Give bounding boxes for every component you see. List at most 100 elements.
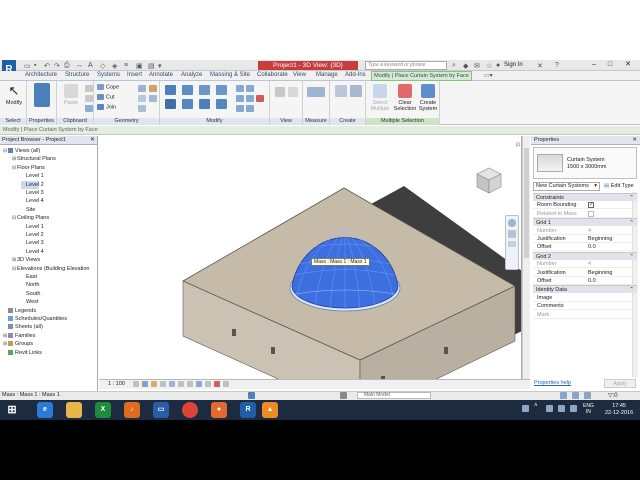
- maximize-button[interactable]: □: [604, 60, 616, 70]
- scrollbar-thumb[interactable]: [524, 148, 529, 258]
- array-icon[interactable]: [246, 85, 254, 92]
- close-icon[interactable]: ✕: [632, 136, 637, 145]
- navigation-bar[interactable]: [505, 215, 519, 270]
- view-scale[interactable]: 1 : 100: [108, 381, 125, 387]
- tree-item[interactable]: Schedules/Quantities: [3, 315, 67, 323]
- close-button[interactable]: ✕: [622, 60, 634, 70]
- undo-icon[interactable]: ↶: [44, 62, 50, 70]
- user-icon[interactable]: ●: [496, 62, 500, 69]
- show-crop-icon[interactable]: [187, 381, 193, 387]
- keyboard-icon[interactable]: [522, 405, 529, 412]
- trim-single-icon[interactable]: [246, 105, 254, 112]
- volume-icon[interactable]: [570, 405, 577, 412]
- edit-type-button[interactable]: ▤ Edit Type: [604, 182, 634, 191]
- instance-filter-dropdown[interactable]: New Curtain Systems ▾: [533, 182, 600, 191]
- search-icon[interactable]: ⌕: [452, 62, 456, 70]
- language-indicator[interactable]: ENG IN: [583, 403, 594, 415]
- property-row[interactable]: Justification Beginning: [533, 269, 637, 277]
- design-options-icon[interactable]: [340, 392, 347, 399]
- tab-modify-place-curtain-system[interactable]: Modify | Place Curtain System by Face: [371, 71, 472, 81]
- tree-item[interactable]: ⊟Elevations (Building Elevation: [12, 265, 89, 273]
- close-hidden-icon[interactable]: ▣: [136, 62, 143, 70]
- tag-icon[interactable]: A: [88, 62, 93, 69]
- mirror-draw-icon[interactable]: [216, 85, 227, 95]
- offset-icon[interactable]: [182, 85, 193, 95]
- network-icon[interactable]: [558, 405, 565, 412]
- select-links-icon[interactable]: [572, 392, 579, 399]
- hide-icon[interactable]: [275, 87, 285, 97]
- minimize-button[interactable]: –: [588, 60, 600, 70]
- windows-start-icon[interactable]: ⊞: [4, 402, 20, 418]
- revit-taskbar-icon[interactable]: R: [240, 402, 256, 418]
- override-graphics-icon[interactable]: [288, 87, 298, 97]
- tree-item[interactable]: ⊟ Views (all): [3, 147, 40, 155]
- tree-item[interactable]: Level 4: [21, 248, 44, 256]
- tree-item[interactable]: Sheets (all): [3, 323, 43, 331]
- tab-architecture[interactable]: Architecture: [25, 72, 57, 78]
- property-checkbox[interactable]: ✓: [588, 202, 594, 209]
- property-row[interactable]: Image: [533, 294, 637, 302]
- copy-clipboard-icon[interactable]: [85, 95, 93, 102]
- design-option-dropdown[interactable]: Main Model: [357, 392, 431, 399]
- subscription-icon[interactable]: ◆: [463, 62, 468, 70]
- tab-view[interactable]: View: [293, 72, 306, 78]
- trim-extend-icon[interactable]: [216, 99, 227, 109]
- save-icon[interactable]: ▪: [34, 62, 36, 69]
- tab-add-ins[interactable]: Add-Ins: [345, 72, 366, 78]
- property-group-header[interactable]: Identity Data ⌃: [533, 285, 637, 294]
- favorites-icon[interactable]: ☆: [486, 62, 492, 70]
- zoom-icon[interactable]: [508, 230, 516, 238]
- pan-icon[interactable]: [508, 241, 516, 247]
- communication-icon[interactable]: ✉: [474, 62, 480, 70]
- remote-desktop-icon[interactable]: ▭: [153, 402, 169, 418]
- vertical-scrollbar[interactable]: [522, 136, 530, 379]
- property-value[interactable]: 0.0: [588, 277, 596, 285]
- tree-item[interactable]: Level 3: [21, 239, 44, 247]
- screen-recorder-icon[interactable]: ●: [211, 402, 227, 418]
- select-multiple-button[interactable]: Select Multiple: [368, 84, 392, 112]
- tab-massing-site[interactable]: Massing & Site: [210, 72, 250, 78]
- rotate-icon[interactable]: [199, 99, 210, 109]
- tree-item[interactable]: Level 3: [21, 189, 44, 197]
- viewcube[interactable]: [474, 166, 504, 196]
- modify-button[interactable]: ↖ Modify: [3, 84, 25, 107]
- delete-icon[interactable]: [256, 95, 264, 102]
- property-group-header[interactable]: Constraints ⌃: [533, 193, 637, 201]
- tree-item[interactable]: South: [21, 290, 40, 298]
- tab-insert[interactable]: Insert: [127, 72, 142, 78]
- show-hidden-icons-icon[interactable]: ˄: [534, 403, 541, 410]
- vlc-icon[interactable]: ▲: [262, 402, 278, 418]
- tree-item[interactable]: ⊞ Groups: [3, 340, 33, 348]
- wall-joins-icon[interactable]: [138, 85, 146, 92]
- select-pinned-icon[interactable]: [584, 392, 591, 399]
- cut-button[interactable]: Cut: [97, 94, 115, 100]
- tree-item[interactable]: ⊟Floor Plans: [12, 164, 45, 172]
- measure-icon[interactable]: [307, 87, 325, 97]
- internet-explorer-icon[interactable]: e: [37, 402, 53, 418]
- tab-analyze[interactable]: Analyze: [181, 72, 202, 78]
- selection-filter-icon[interactable]: [560, 392, 567, 399]
- cut-clipboard-icon[interactable]: [85, 85, 93, 92]
- excel-icon[interactable]: X: [95, 402, 111, 418]
- qat-dropdown-icon[interactable]: ▾: [158, 62, 162, 70]
- property-row[interactable]: Justification Beginning: [533, 235, 637, 243]
- flag-icon[interactable]: [546, 405, 553, 412]
- tree-item[interactable]: Level 2: [21, 180, 44, 189]
- tree-item[interactable]: Level 4: [21, 197, 44, 205]
- property-row[interactable]: Comments: [533, 302, 637, 311]
- tab-manage[interactable]: Manage: [316, 72, 338, 78]
- apply-button[interactable]: Apply: [604, 379, 636, 388]
- scale-icon[interactable]: [236, 95, 244, 102]
- tab-annotate[interactable]: Annotate: [149, 72, 173, 78]
- tree-item[interactable]: ⊟Ceiling Plans: [12, 214, 49, 222]
- tree-item[interactable]: Site: [21, 206, 35, 214]
- render-icon[interactable]: [169, 381, 175, 387]
- switch-windows-icon[interactable]: ▤: [148, 62, 155, 70]
- property-group-header[interactable]: Grid 1 ⌃: [533, 218, 637, 227]
- paste-button[interactable]: Paste: [60, 84, 82, 106]
- properties-help-link[interactable]: Properties help: [534, 380, 571, 386]
- 3d-view-icon[interactable]: ◇: [100, 62, 105, 70]
- taskbar-clock[interactable]: 17:45 22-12-2016: [605, 403, 633, 417]
- close-icon[interactable]: ✕: [90, 136, 95, 145]
- split-face-icon[interactable]: [138, 95, 146, 102]
